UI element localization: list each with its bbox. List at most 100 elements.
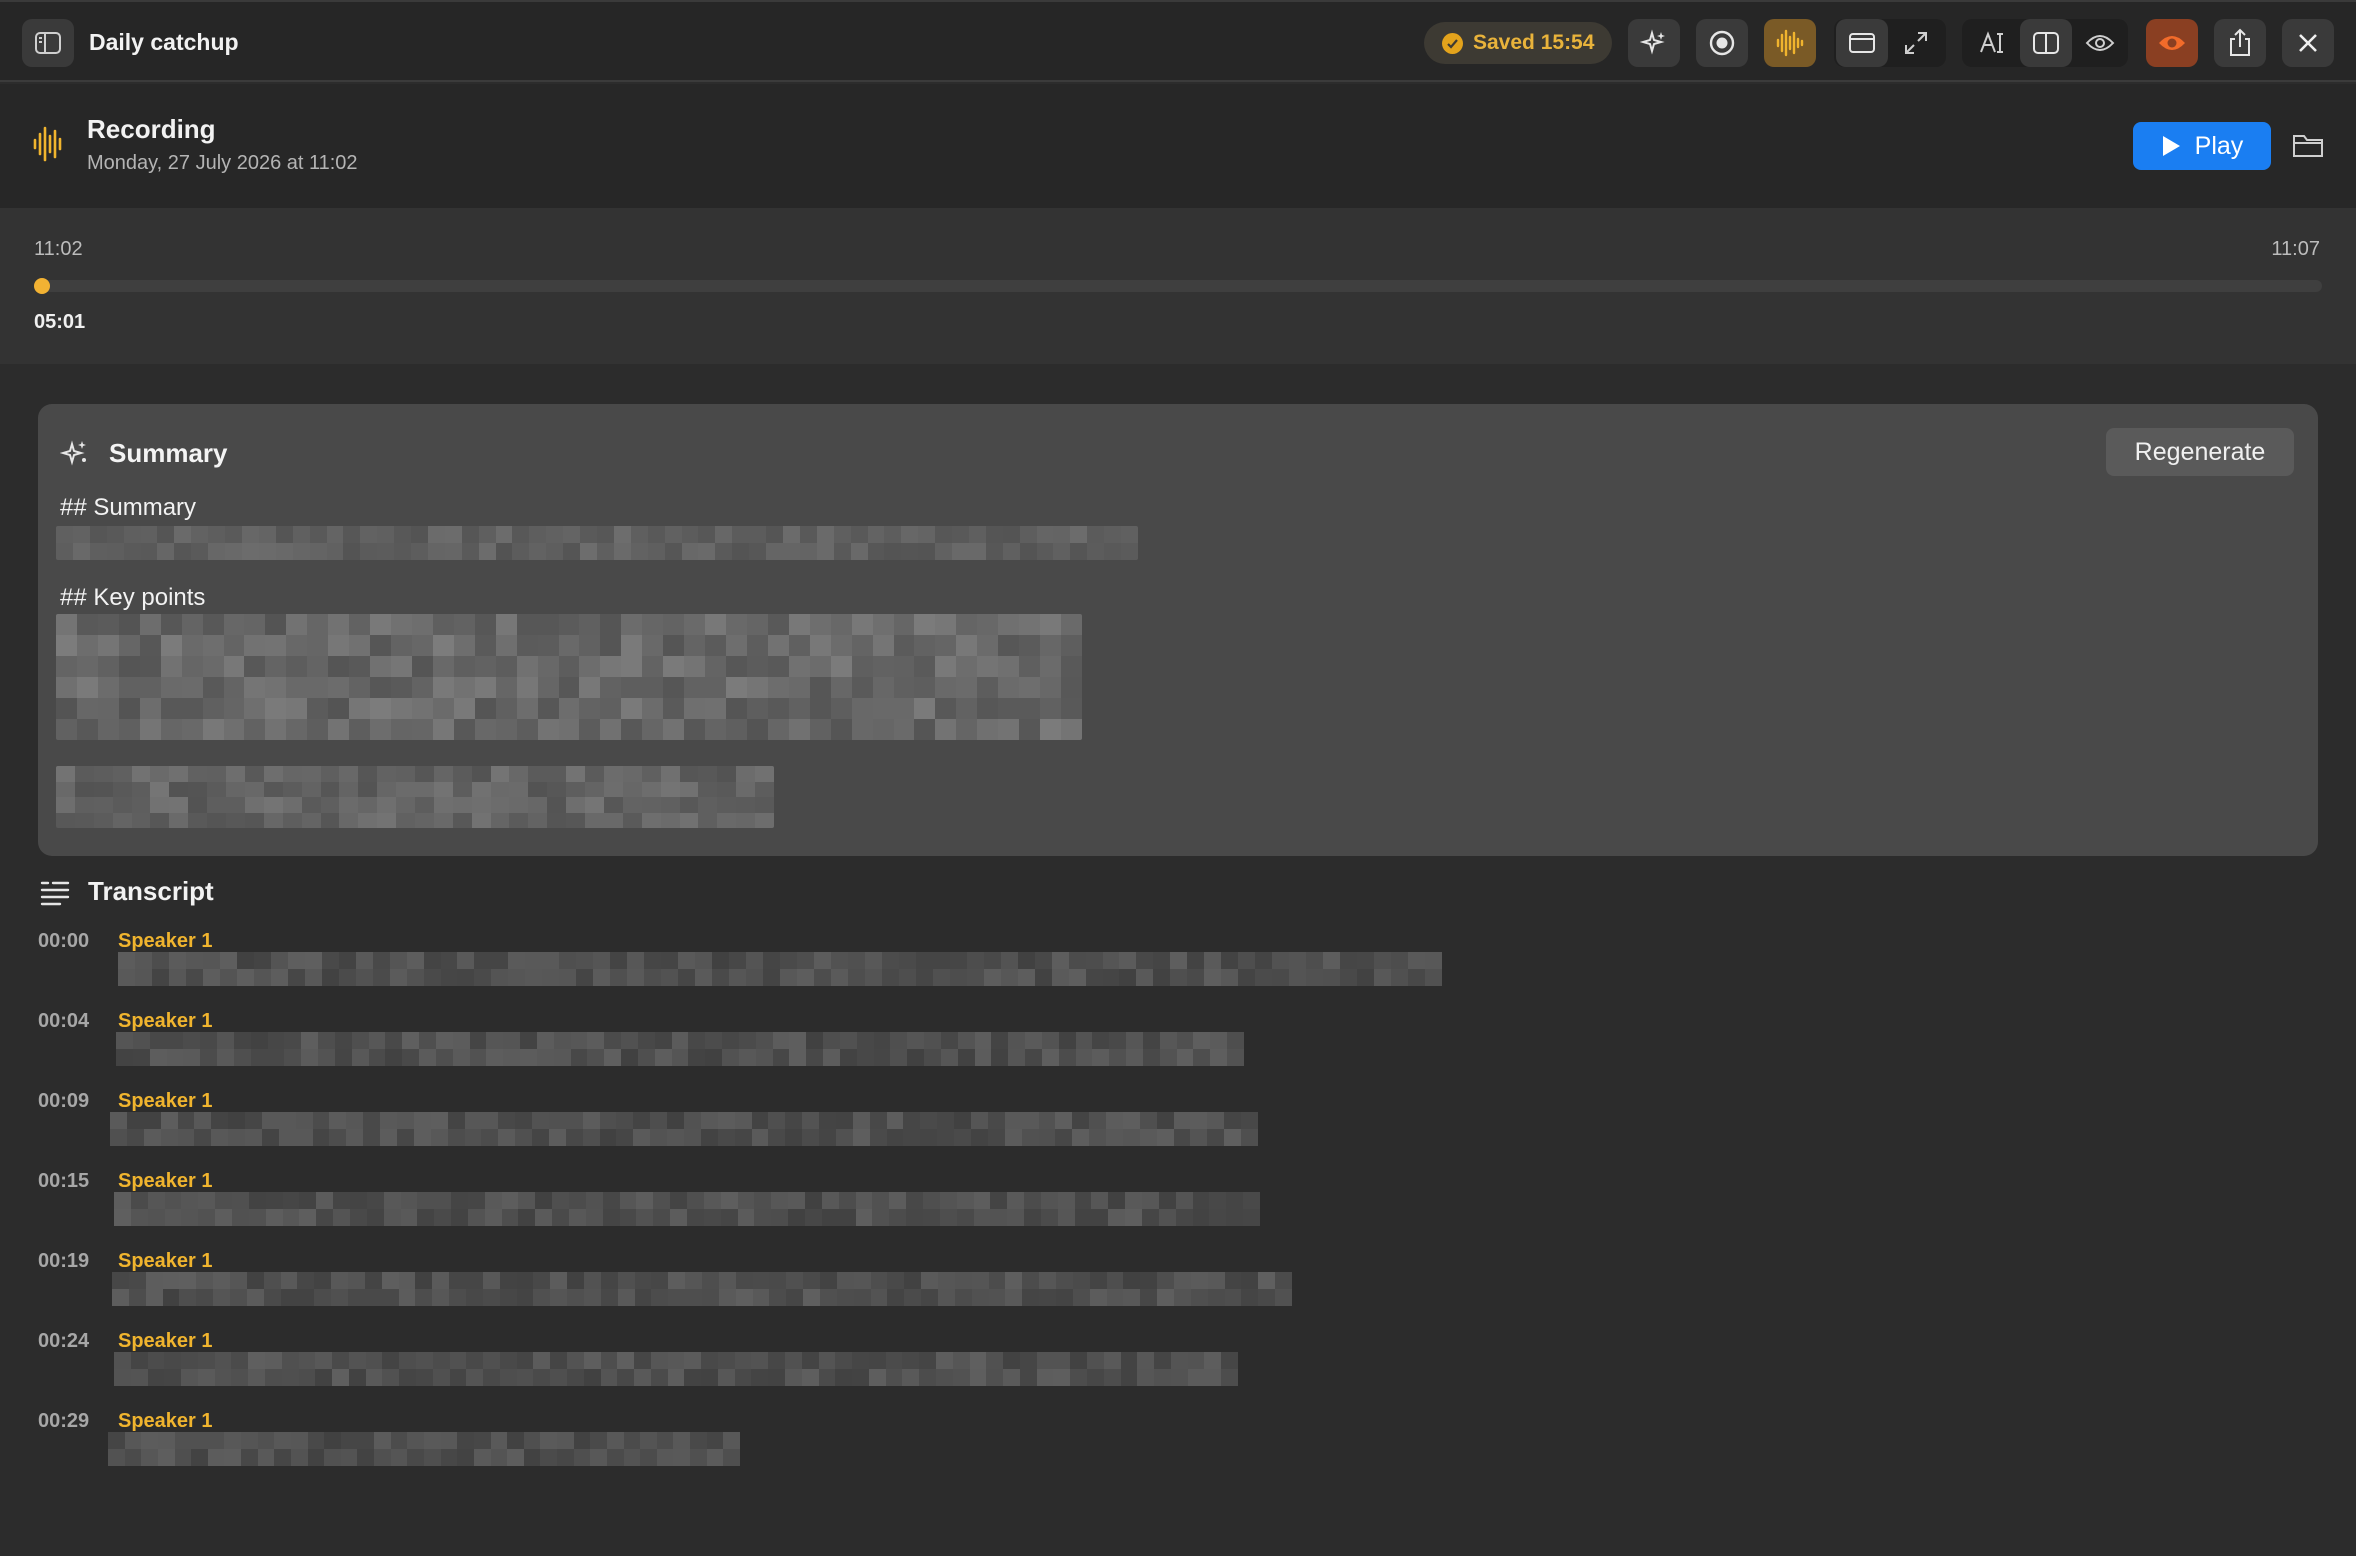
redaction-cell xyxy=(307,635,329,656)
redaction-cell xyxy=(196,1289,214,1306)
transcript-entry[interactable]: 00:00 Speaker 1 xyxy=(0,930,2356,1010)
redaction-cell xyxy=(56,614,77,635)
redaction-cell xyxy=(1306,969,1324,986)
redaction-cell xyxy=(469,1049,487,1066)
redaction-cell xyxy=(579,635,601,656)
transcript-timestamp[interactable]: 00:09 xyxy=(38,1090,89,1113)
redaction-cell xyxy=(734,1129,752,1146)
redaction-cell xyxy=(1136,969,1154,986)
play-button[interactable]: Play xyxy=(2133,122,2271,170)
transcript-entry[interactable]: 00:19 Speaker 1 xyxy=(0,1250,2356,1330)
redaction-cell xyxy=(1055,1129,1073,1146)
redaction-cell xyxy=(433,812,453,828)
redaction-cell xyxy=(258,526,276,543)
transcript-timestamp[interactable]: 00:19 xyxy=(38,1250,89,1273)
redaction-cell xyxy=(1158,1192,1176,1209)
sidebar-toggle-button[interactable] xyxy=(22,19,74,67)
regenerate-button[interactable]: Regenerate xyxy=(2106,428,2294,476)
redaction-cell xyxy=(701,1369,718,1386)
redaction-cell xyxy=(474,969,492,986)
text-size-button[interactable] xyxy=(1966,19,2018,67)
redaction-cell xyxy=(738,1032,756,1049)
redaction-cell xyxy=(663,677,685,698)
transcript-timestamp[interactable]: 00:04 xyxy=(38,1010,89,1033)
redaction-cell xyxy=(700,1112,718,1129)
redaction-cell xyxy=(1190,1289,1208,1306)
redaction-cell xyxy=(918,526,936,543)
redaction-cell xyxy=(197,1352,215,1369)
redaction-cell xyxy=(670,1192,687,1209)
redaction-cell xyxy=(597,526,614,543)
redaction-cell xyxy=(1019,526,1037,543)
window-mode-button[interactable] xyxy=(1836,19,1888,67)
redaction-cell xyxy=(579,677,601,698)
redaction-cell xyxy=(149,1049,167,1066)
privacy-eye-button[interactable] xyxy=(2146,19,2198,67)
timeline-playhead[interactable] xyxy=(34,278,50,294)
redaction-cell xyxy=(617,1272,635,1289)
redaction-cell xyxy=(723,1432,740,1449)
redaction-cell xyxy=(540,1432,558,1449)
redaction-cell xyxy=(1275,1272,1292,1289)
redaction-cell xyxy=(698,781,718,797)
redaction-cell xyxy=(214,1352,232,1369)
transcript-timestamp[interactable]: 00:15 xyxy=(38,1170,89,1193)
redaction-cell xyxy=(508,952,526,969)
expand-button[interactable] xyxy=(1890,19,1942,67)
close-button[interactable] xyxy=(2282,19,2334,67)
timeline-current-time: 05:01 xyxy=(34,311,86,333)
redaction-cell xyxy=(902,1352,920,1369)
redaction-cell xyxy=(128,1289,146,1306)
redaction-cell xyxy=(287,969,305,986)
ai-sparkle-button[interactable] xyxy=(1628,19,1680,67)
share-button[interactable] xyxy=(2214,19,2266,67)
redacted-transcript-text xyxy=(108,1432,740,1466)
redaction-cell xyxy=(801,1369,819,1386)
transcript-entry[interactable]: 00:09 Speaker 1 xyxy=(0,1090,2356,1170)
redaction-cell xyxy=(988,1272,1006,1289)
redaction-cell xyxy=(789,1032,807,1049)
redaction-cell xyxy=(1139,1129,1157,1146)
redaction-cell xyxy=(1019,677,1041,698)
record-button[interactable] xyxy=(1696,19,1748,67)
redaction-cell xyxy=(157,1432,175,1449)
transcript-timestamp[interactable]: 00:24 xyxy=(38,1330,89,1353)
redaction-cell xyxy=(569,1192,586,1209)
redaction-cell xyxy=(663,698,685,719)
redaction-cell xyxy=(1275,1289,1292,1306)
redaction-cell xyxy=(491,969,509,986)
redaction-cell xyxy=(244,614,266,635)
redaction-cell xyxy=(1092,1032,1110,1049)
redaction-cell xyxy=(1003,1369,1020,1386)
preview-button[interactable] xyxy=(2074,19,2126,67)
redaction-cell xyxy=(621,635,643,656)
redaction-cell xyxy=(1176,1049,1194,1066)
transcript-entry[interactable]: 00:29 Speaker 1 xyxy=(0,1410,2356,1490)
redaction-cell xyxy=(537,719,559,740)
redaction-cell xyxy=(1041,1049,1059,1066)
redaction-cell xyxy=(358,781,378,797)
redaction-cell xyxy=(1140,1289,1158,1306)
audio-waveform-button[interactable] xyxy=(1764,19,1816,67)
redaction-cell xyxy=(553,1049,571,1066)
transcript-timestamp[interactable]: 00:00 xyxy=(38,930,89,953)
transcript-entry[interactable]: 00:24 Speaker 1 xyxy=(0,1330,2356,1410)
redaction-cell xyxy=(501,1209,519,1226)
redaction-cell xyxy=(509,812,529,828)
redaction-cell xyxy=(754,1192,772,1209)
redaction-cell xyxy=(365,1369,383,1386)
redaction-cell xyxy=(1051,969,1069,986)
timeline-track[interactable] xyxy=(34,280,2322,292)
open-folder-button[interactable] xyxy=(2292,132,2324,163)
transcript-timestamp[interactable]: 00:29 xyxy=(38,1410,89,1433)
redaction-cell xyxy=(921,1289,938,1306)
redaction-cell xyxy=(1034,952,1052,969)
redaction-cell xyxy=(654,1049,672,1066)
redaction-cell xyxy=(474,635,496,656)
redaction-cell xyxy=(1226,1192,1244,1209)
transcript-entry[interactable]: 00:15 Speaker 1 xyxy=(0,1170,2356,1250)
split-view-button[interactable] xyxy=(2020,19,2072,67)
redaction-cell xyxy=(160,614,182,635)
redaction-cell xyxy=(651,1272,669,1289)
transcript-entry[interactable]: 00:04 Speaker 1 xyxy=(0,1010,2356,1090)
